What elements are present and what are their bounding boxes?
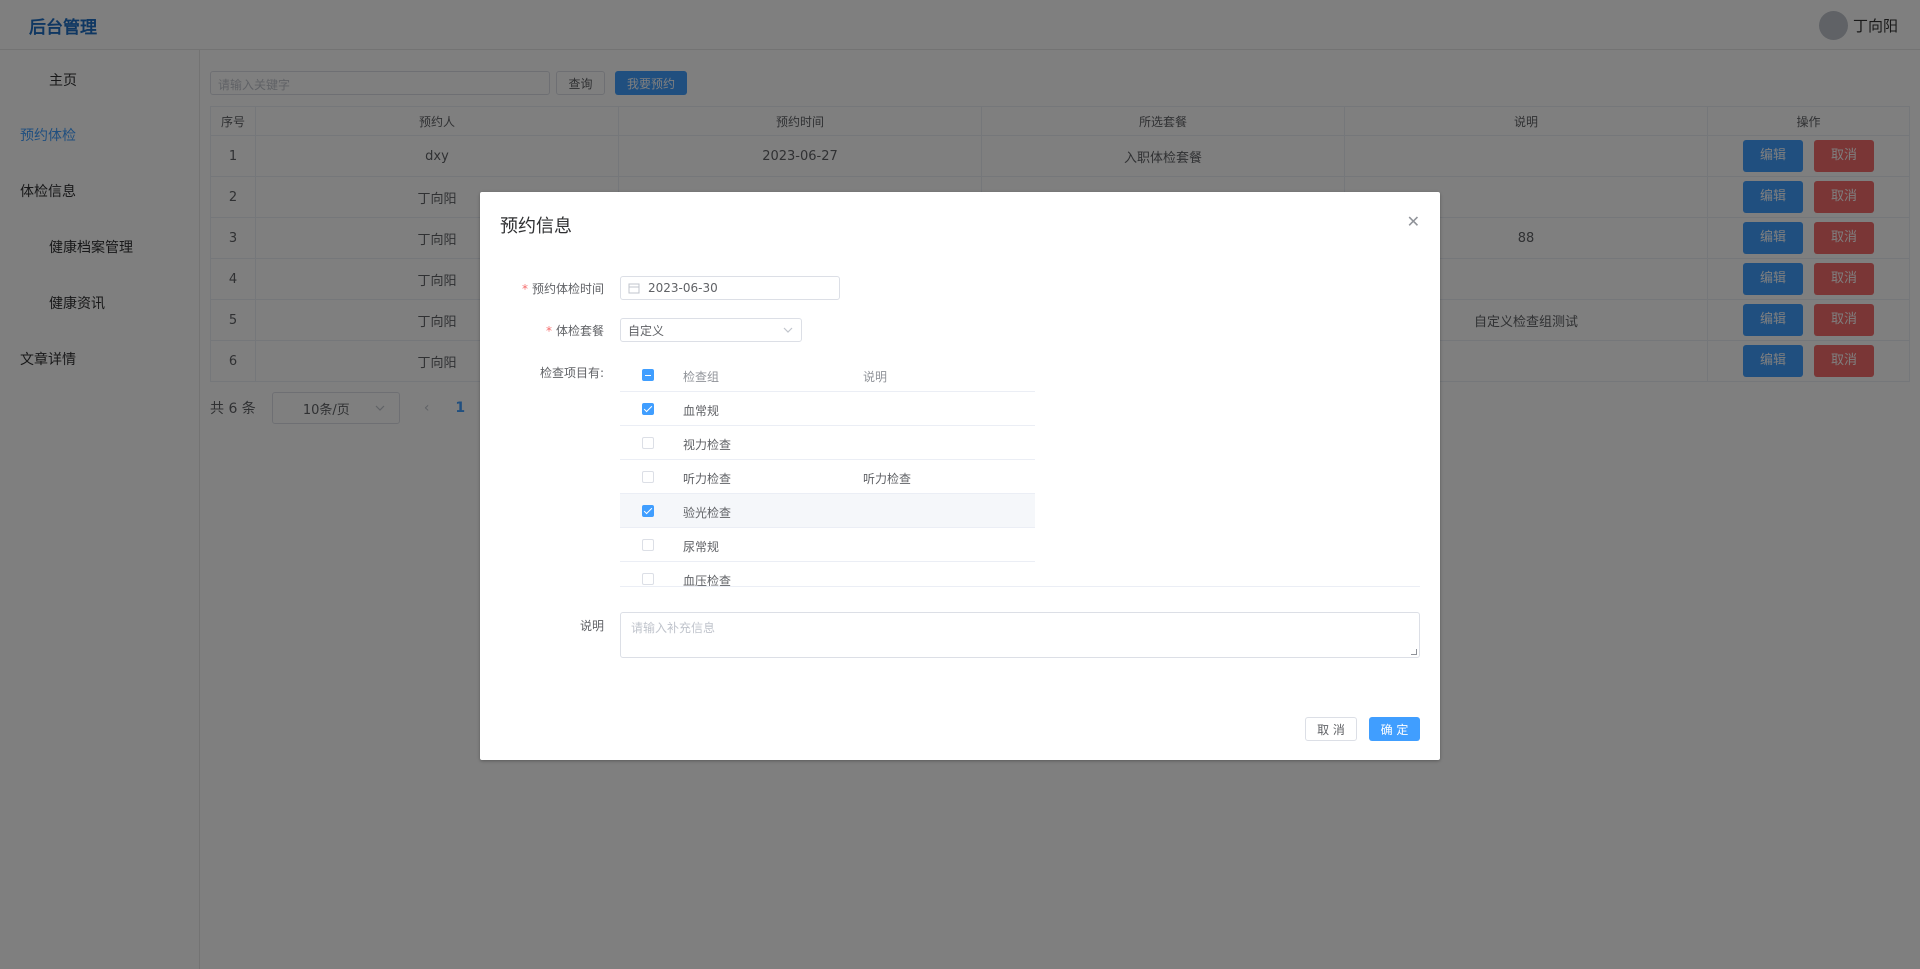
booking-dialog: 预约信息 ✕ * 预约体检时间 2023-06-30 * 体检套餐 自定义 检查项目…	[480, 192, 1440, 760]
date-label-text: 预约体检时间	[531, 282, 604, 296]
item-name: 血常规	[683, 404, 720, 418]
resize-handle-icon[interactable]	[1411, 649, 1417, 655]
dialog-confirm-button[interactable]: 确 定	[1369, 717, 1420, 741]
note-label: 说明	[579, 619, 604, 633]
date-value: 2023-06-30	[648, 281, 718, 295]
close-icon[interactable]: ✕	[1407, 212, 1420, 231]
item-checkbox[interactable]	[642, 403, 654, 415]
required-mark: *	[545, 324, 552, 338]
item-checkbox[interactable]	[642, 573, 654, 585]
items-table: 检查组 说明 血常规 视力检查 听力检查 听力检查 验光检查 尿常规 血压检查	[620, 358, 1420, 596]
package-value: 自定义	[628, 323, 665, 338]
items-header-row: 检查组 说明	[620, 358, 1035, 392]
item-name: 验光检查	[683, 506, 732, 520]
date-picker[interactable]: 2023-06-30	[620, 276, 840, 300]
item-checkbox[interactable]	[642, 505, 654, 517]
dialog-title: 预约信息	[500, 216, 572, 237]
item-row[interactable]: 视力检查	[620, 426, 1035, 460]
calendar-icon	[628, 283, 640, 294]
items-label: 检查项目有:	[539, 366, 604, 380]
item-checkbox[interactable]	[642, 471, 654, 483]
chevron-down-icon	[783, 327, 793, 333]
item-name: 视力检查	[683, 438, 732, 452]
item-row[interactable]: 验光检查	[620, 494, 1035, 528]
required-mark: *	[521, 282, 528, 296]
item-name: 听力检查	[683, 472, 732, 486]
items-header-desc: 说明	[863, 370, 888, 384]
select-all-checkbox[interactable]	[642, 369, 654, 381]
date-label: * 预约体检时间	[522, 280, 604, 297]
item-name: 尿常规	[683, 540, 720, 554]
item-checkbox[interactable]	[642, 437, 654, 449]
item-checkbox[interactable]	[642, 539, 654, 551]
dialog-cancel-button[interactable]: 取 消	[1305, 717, 1357, 741]
item-desc: 听力检查	[863, 472, 912, 486]
item-row[interactable]: 尿常规	[620, 528, 1035, 562]
package-select[interactable]: 自定义	[620, 318, 802, 342]
item-row[interactable]: 血常规	[620, 392, 1035, 426]
package-label: * 体检套餐	[546, 322, 604, 339]
item-row[interactable]: 听力检查 听力检查	[620, 460, 1035, 494]
items-divider	[620, 586, 1420, 587]
note-textarea[interactable]: 请输入补充信息	[620, 612, 1420, 658]
note-placeholder: 请输入补充信息	[631, 621, 716, 635]
package-label-text: 体检套餐	[555, 324, 604, 338]
items-header-name: 检查组	[683, 370, 720, 384]
item-row[interactable]: 血压检查	[620, 562, 1035, 596]
